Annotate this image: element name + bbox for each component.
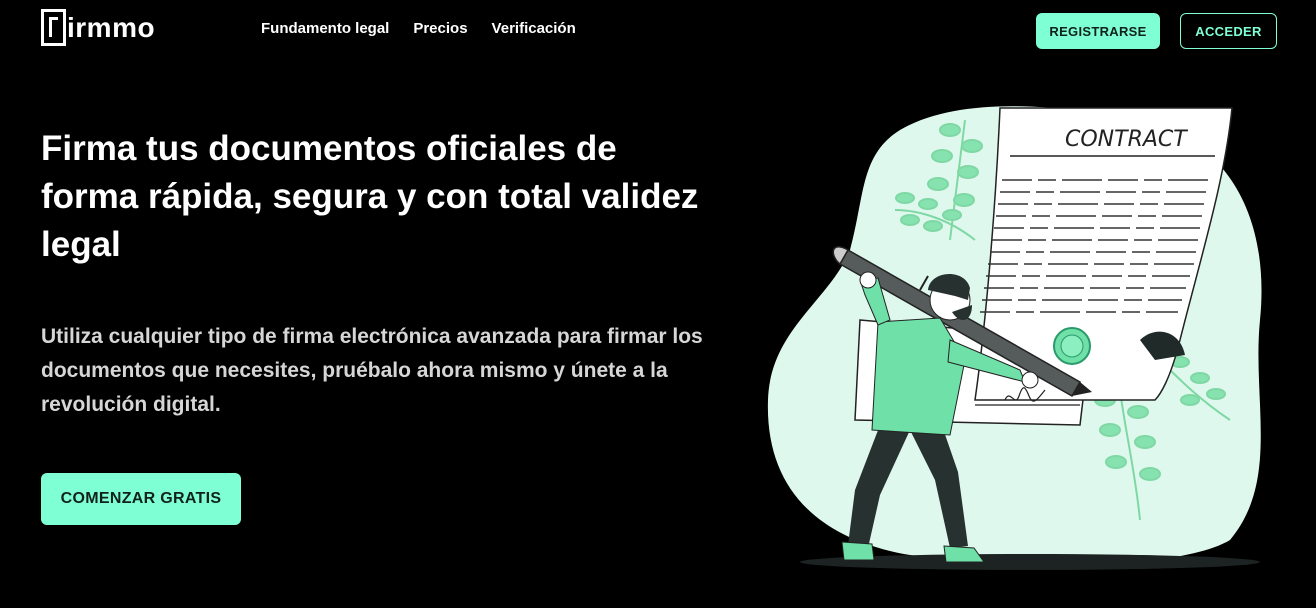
main-nav: Fundamento legal Precios Verificación — [261, 20, 576, 37]
register-button[interactable]: REGISTRARSE — [1036, 13, 1160, 49]
hero-subtitle: Utiliza cualquier tipo de firma electrón… — [41, 325, 703, 416]
login-button[interactable]: ACCEDER — [1180, 13, 1277, 49]
firmmo-logo[interactable]: irmmo — [41, 9, 155, 46]
start-free-button[interactable]: COMENZAR GRATIS — [41, 473, 241, 525]
contract-signing-illustration: CONTRACT — [767, 106, 1262, 570]
hero-title: Firma tus documentos oficiales de forma … — [41, 129, 699, 264]
nav-link-verificacion[interactable]: Verificación — [492, 20, 576, 37]
logo-f-mark — [41, 9, 66, 46]
top-navbar: irmmo Fundamento legal Precios Verificac… — [0, 0, 1316, 62]
contract-title: CONTRACT — [1065, 127, 1188, 152]
nav-link-fundamento-legal[interactable]: Fundamento legal — [261, 20, 389, 37]
logo-text: irmmo — [67, 11, 156, 43]
nav-link-precios[interactable]: Precios — [413, 20, 467, 37]
